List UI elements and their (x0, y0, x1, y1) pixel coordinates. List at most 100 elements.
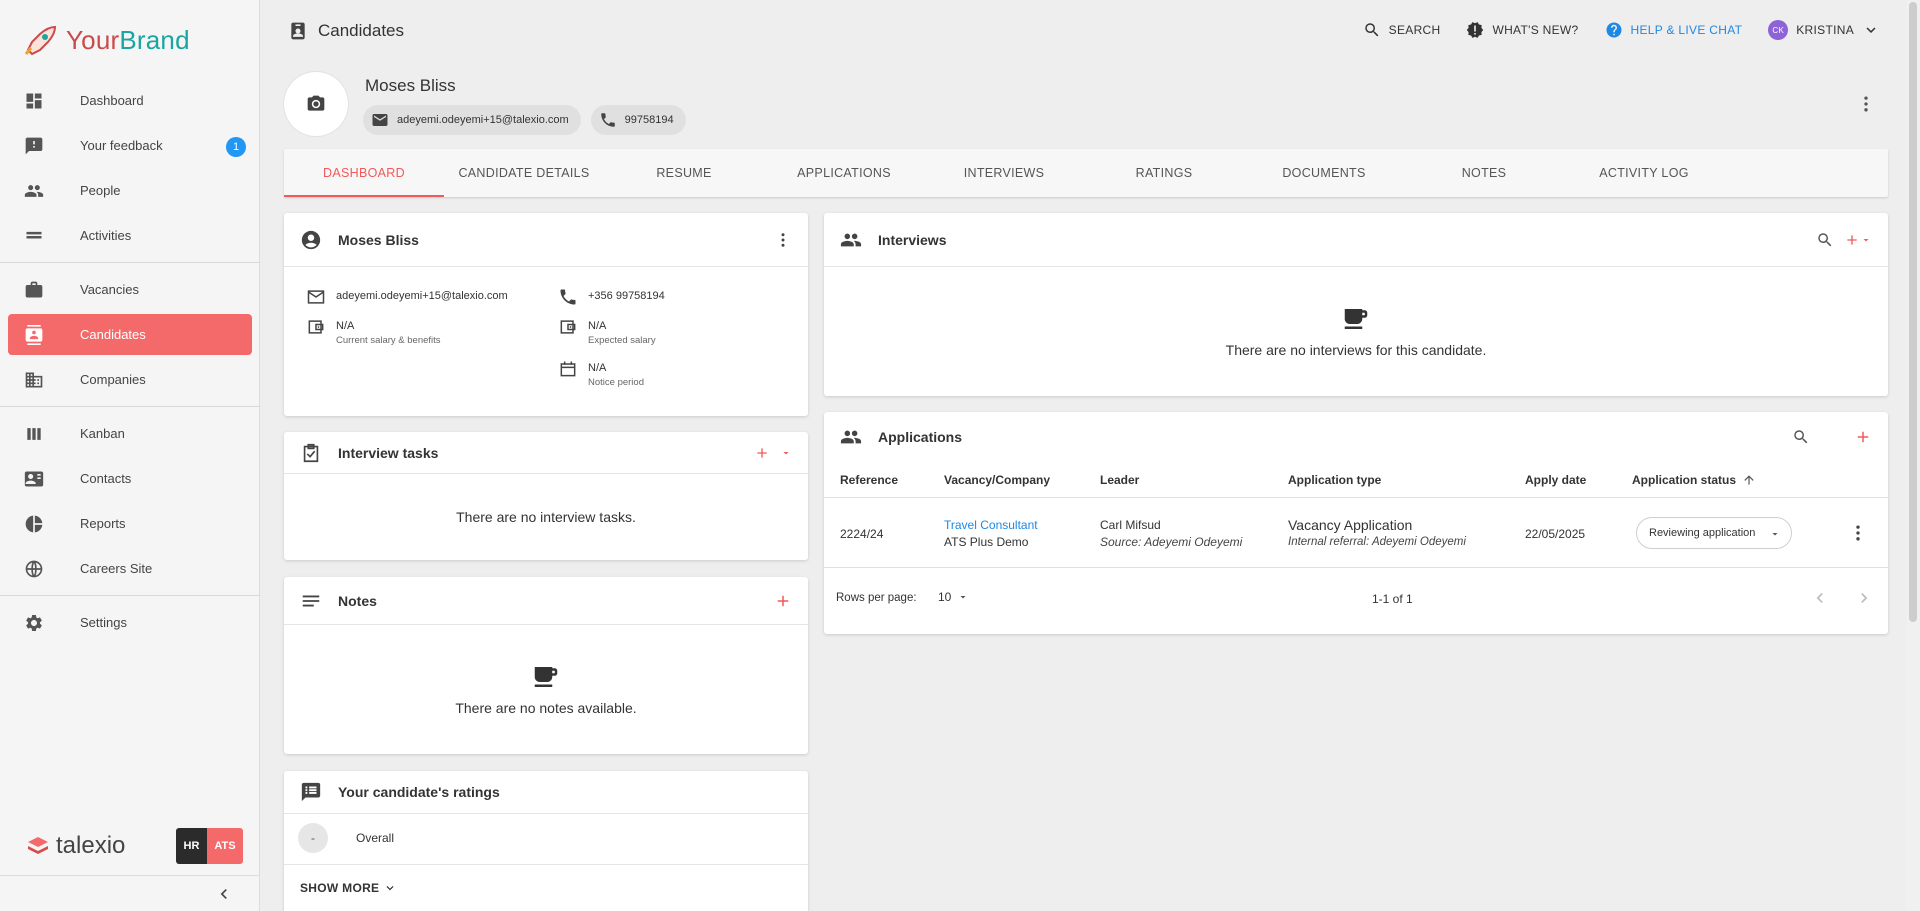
email-chip[interactable]: adeyemi.odeyemi+15@talexio.com (363, 105, 581, 135)
leader-source: Source: Adeyemi Odeyemi (1100, 535, 1243, 549)
more-vert-icon[interactable] (1848, 523, 1868, 543)
top-bar: Candidates SEARCH WHAT'S NEW? HELP & LIV… (260, 0, 1920, 62)
tab-dashboard[interactable]: DASHBOARD (284, 149, 444, 197)
rows-per-page-label: Rows per page: (836, 592, 917, 604)
feedback-icon (25, 137, 43, 154)
briefcase-icon (25, 281, 43, 297)
email-chip-text: adeyemi.odeyemi+15@talexio.com (397, 114, 569, 126)
phone-chip[interactable]: 99758194 (590, 105, 686, 135)
sidebar-item-label: Candidates (80, 327, 146, 342)
add-icon[interactable] (1854, 428, 1872, 446)
more-vert-icon[interactable] (774, 231, 792, 249)
more-vert-icon[interactable] (1856, 94, 1876, 114)
table-row[interactable]: 2224/24 Travel Consultant ATS Plus Demo … (824, 498, 1888, 568)
overall-rating-score: - (298, 823, 328, 853)
ats-switch[interactable]: ATS (207, 828, 243, 864)
dropdown-arrow-icon (1772, 533, 1778, 536)
sidebar-item-feedback[interactable]: Your feedback 1 (0, 123, 260, 168)
sidebar-item-kanban[interactable]: Kanban (0, 411, 260, 456)
candidates-title-icon (291, 22, 305, 40)
card-header: Interview tasks (284, 432, 808, 474)
chevron-left-icon[interactable] (1810, 588, 1830, 608)
search-icon[interactable] (1816, 231, 1834, 249)
tab-ratings[interactable]: RATINGS (1084, 149, 1244, 197)
rate-review-icon (301, 782, 321, 802)
empty-state: There are no interviews for this candida… (824, 267, 1888, 395)
whats-new-button[interactable]: WHAT'S NEW? (1466, 21, 1578, 39)
nav-divider (0, 406, 260, 407)
search-button[interactable]: SEARCH (1363, 21, 1441, 39)
column-header[interactable]: Vacancy/Company (944, 473, 1050, 487)
sidebar-item-activities[interactable]: Activities (0, 213, 260, 258)
column-header-label: Application status (1632, 473, 1737, 487)
sidebar-item-vacancies[interactable]: Vacancies (0, 267, 260, 312)
show-more-button[interactable]: SHOW MORE (300, 881, 397, 895)
sidebar-item-companies[interactable]: Companies (0, 357, 260, 402)
phone-chip-text: 99758194 (624, 114, 674, 126)
nav-divider (0, 262, 260, 263)
add-icon (777, 595, 789, 606)
application-status-value: Reviewing application (1649, 527, 1756, 539)
column-header[interactable]: Application type (1288, 473, 1381, 487)
overall-rating-label: Overall (356, 831, 395, 845)
search-icon[interactable] (1792, 428, 1810, 446)
sidebar-item-label: People (80, 183, 121, 198)
nav-divider (0, 595, 260, 596)
divider (284, 864, 808, 865)
dropdown-arrow-icon (783, 451, 789, 454)
application-status-select[interactable]: Reviewing application (1636, 517, 1792, 549)
add-task-button[interactable] (754, 432, 792, 473)
sidebar-item-people[interactable]: People (0, 168, 260, 213)
sidebar-item-contacts[interactable]: Contacts (0, 456, 260, 501)
add-interview-button[interactable] (1844, 232, 1872, 248)
page-scrollbar[interactable] (1906, 0, 1920, 911)
sidebar-item-candidates[interactable]: Candidates (8, 314, 252, 355)
tab-notes[interactable]: NOTES (1404, 149, 1564, 197)
tab-applications[interactable]: APPLICATIONS (764, 149, 924, 197)
rows-per-page-select[interactable]: 10 (938, 590, 969, 604)
column-header[interactable]: Leader (1100, 473, 1139, 487)
column-header[interactable]: Apply date (1525, 473, 1586, 487)
vacancy-link[interactable]: Travel Consultant (944, 518, 1038, 532)
account-circle-icon (301, 230, 321, 249)
company-name: ATS Plus Demo (944, 535, 1029, 549)
add-note-button[interactable] (774, 577, 792, 624)
brand-logo[interactable]: YourBrand (22, 24, 190, 56)
user-menu[interactable]: CK KRISTINA (1768, 20, 1880, 40)
cell-vacancy-company: Travel Consultant ATS Plus Demo (944, 518, 1038, 549)
help-live-chat-button[interactable]: HELP & LIVE CHAT (1605, 21, 1743, 39)
coffee-cup-icon (1344, 309, 1368, 329)
tab-activity-log[interactable]: ACTIVITY LOG (1564, 149, 1724, 197)
hr-switch[interactable]: HR (176, 828, 207, 864)
tab-candidate-details[interactable]: CANDIDATE DETAILS (444, 149, 604, 197)
detail-expected-salary: N/A Expected salary (558, 317, 656, 346)
brand-name-part2: Brand (119, 24, 190, 55)
card-actions (774, 213, 792, 266)
sidebar-item-settings[interactable]: Settings (0, 600, 260, 645)
cell-reference: 2224/24 (840, 527, 884, 541)
tab-resume[interactable]: RESUME (604, 149, 764, 197)
chevron-right-icon[interactable] (1854, 588, 1874, 608)
chevron-left-icon[interactable] (214, 884, 234, 904)
column-header-sorted[interactable]: Application status (1632, 473, 1756, 487)
sidebar-item-careers-site[interactable]: Careers Site (0, 546, 260, 591)
pagination-range: 1-1 of 1 (1372, 592, 1413, 606)
column-header[interactable]: Reference (840, 473, 898, 487)
sidebar-item-label: Contacts (80, 471, 132, 486)
upload-photo-button[interactable] (284, 72, 348, 136)
card-header: Applications (824, 412, 1888, 462)
sidebar-item-reports[interactable]: Reports (0, 501, 260, 546)
candidates-icon (25, 324, 43, 345)
detail-phone: +356 99758194 (558, 287, 665, 307)
sidebar-item-label: Vacancies (80, 282, 140, 297)
tab-documents[interactable]: DOCUMENTS (1244, 149, 1404, 197)
scrollbar-thumb[interactable] (1909, 2, 1917, 622)
contact-card-icon (24, 471, 44, 486)
sidebar-item-dashboard[interactable]: Dashboard (0, 78, 260, 123)
expected-salary-value: N/A (588, 320, 607, 332)
product-switcher[interactable]: HR ATS (176, 828, 243, 864)
email-outline-icon (307, 290, 325, 304)
cell-application-type: Vacancy Application Internal referral: A… (1288, 517, 1466, 548)
sidebar-item-label: Settings (80, 615, 127, 630)
tab-interviews[interactable]: INTERVIEWS (924, 149, 1084, 197)
